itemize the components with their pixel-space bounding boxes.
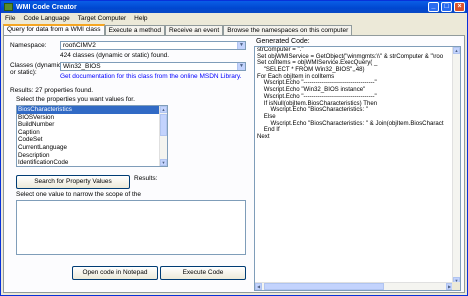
menu-file[interactable]: File bbox=[1, 15, 19, 22]
scroll-up-icon[interactable]: ▲ bbox=[160, 106, 167, 113]
namespace-combo[interactable]: root\CIMV2 ▼ bbox=[60, 41, 246, 50]
code-line: End If bbox=[257, 126, 280, 134]
execute-code-button[interactable]: Execute Code bbox=[160, 266, 246, 280]
properties-scrollbar[interactable]: ▲ ▼ bbox=[159, 106, 167, 166]
classes-label-line2: or static): bbox=[10, 69, 37, 76]
code-vertical-scrollbar[interactable]: ▲ ▼ bbox=[452, 47, 460, 284]
title-bar[interactable]: WMI Code Creator _ □ × bbox=[1, 1, 467, 13]
results-textbox[interactable] bbox=[16, 200, 246, 255]
classes-label-line1: Classes (dynamic bbox=[10, 62, 62, 69]
window-title: WMI Code Creator bbox=[16, 3, 77, 11]
scroll-up-icon[interactable]: ▲ bbox=[453, 47, 460, 54]
list-item[interactable]: IdentificationCode bbox=[17, 159, 167, 166]
search-property-values-button[interactable]: Search for Property Values bbox=[16, 175, 130, 189]
minimize-icon[interactable]: _ bbox=[428, 2, 439, 12]
list-item[interactable]: CurrentLanguage bbox=[17, 144, 167, 152]
code-line: Wscript.Echo "BiosCharacteristics: " & J… bbox=[257, 119, 444, 127]
tab-receive-event[interactable]: Receive an event bbox=[164, 25, 224, 35]
scroll-thumb[interactable] bbox=[160, 114, 167, 136]
list-item[interactable]: BiosCharacteristics bbox=[17, 106, 167, 114]
namespace-label: Namespace: bbox=[10, 42, 47, 49]
tab-strip: Query for data from a WMI class Execute … bbox=[3, 24, 353, 35]
menu-target-computer[interactable]: Target Computer bbox=[74, 15, 130, 22]
menu-help[interactable]: Help bbox=[130, 15, 151, 22]
menu-bar: File Code Language Target Computer Help bbox=[1, 13, 467, 23]
select-properties-label: Select the properties you want values fo… bbox=[16, 96, 135, 103]
generated-code-textbox[interactable]: strComputer = "." Set objWMIService = Ge… bbox=[254, 46, 461, 291]
namespace-value: root\CIMV2 bbox=[63, 42, 96, 49]
classes-combo[interactable]: Win32_BIOS ▼ bbox=[60, 62, 246, 71]
narrow-scope-label: Select one value to narrow the scope of … bbox=[16, 191, 142, 198]
code-line: Next bbox=[257, 132, 270, 140]
list-item[interactable]: BIOSVersion bbox=[17, 114, 167, 122]
query-tab-page: Namespace: root\CIMV2 ▼ 424 classes (dyn… bbox=[3, 35, 465, 293]
scroll-left-icon[interactable]: ◀ bbox=[255, 283, 262, 290]
results-label: Results: bbox=[134, 175, 158, 182]
results-count-text: Results: 27 properties found. bbox=[10, 87, 94, 94]
list-item[interactable]: CodeSet bbox=[17, 136, 167, 144]
tab-execute-method[interactable]: Execute a method bbox=[104, 25, 165, 35]
scroll-corner bbox=[452, 282, 460, 290]
tab-browse-namespaces[interactable]: Browse the namespaces on this computer bbox=[223, 25, 353, 35]
msdn-doc-link[interactable]: Get documentation for this class from th… bbox=[60, 73, 242, 80]
list-item[interactable]: Description bbox=[17, 152, 167, 160]
maximize-icon[interactable]: □ bbox=[441, 2, 452, 12]
close-icon[interactable]: × bbox=[454, 2, 465, 12]
list-item[interactable]: BuildNumber bbox=[17, 121, 167, 129]
open-notepad-button[interactable]: Open code in Notepad bbox=[72, 266, 158, 280]
tab-query-data[interactable]: Query for data from a WMI class bbox=[3, 24, 105, 35]
menu-code-language[interactable]: Code Language bbox=[19, 15, 73, 22]
list-item[interactable]: Caption bbox=[17, 129, 167, 137]
classes-found-text: 424 classes (dynamic or static) found. bbox=[60, 52, 170, 59]
scroll-thumb[interactable] bbox=[264, 283, 384, 290]
generated-code-label: Generated Code: bbox=[256, 38, 310, 45]
chevron-down-icon[interactable]: ▼ bbox=[237, 63, 245, 70]
classes-value: Win32_BIOS bbox=[63, 63, 101, 70]
code-horizontal-scrollbar[interactable]: ◀ ▶ bbox=[255, 282, 454, 290]
app-icon bbox=[4, 3, 13, 11]
app-window: WMI Code Creator _ □ × File Code Languag… bbox=[0, 0, 468, 296]
properties-listbox[interactable]: BiosCharacteristics BIOSVersion BuildNum… bbox=[16, 105, 168, 167]
chevron-down-icon[interactable]: ▼ bbox=[237, 42, 245, 49]
scroll-down-icon[interactable]: ▼ bbox=[160, 159, 167, 166]
code-line: Wscript.Echo "BiosCharacteristics: " bbox=[257, 106, 368, 114]
